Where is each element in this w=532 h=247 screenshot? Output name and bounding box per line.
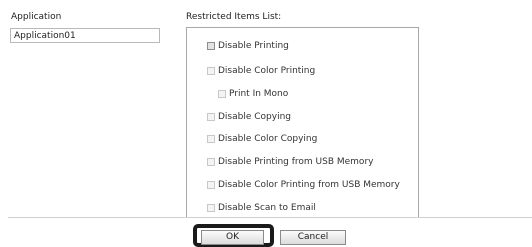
item-disable-color-printing-usb[interactable]: Disable Color Printing from USB Memory: [207, 180, 400, 190]
checkbox[interactable]: [207, 67, 215, 75]
item-label: Disable Color Copying: [218, 134, 318, 144]
item-label: Disable Scan to Email: [218, 203, 316, 213]
item-label: Print In Mono: [229, 89, 289, 99]
ok-button[interactable]: OK: [201, 230, 264, 245]
item-label: Disable Color Printing from USB Memory: [218, 180, 400, 190]
checkbox[interactable]: [207, 204, 215, 212]
restricted-items-list: Disable Printing Disable Color Printing …: [186, 27, 419, 217]
application-label: Application: [11, 12, 62, 22]
footer-divider: [8, 217, 532, 218]
checkbox[interactable]: [207, 113, 215, 121]
application-input[interactable]: [10, 28, 160, 43]
item-disable-printing[interactable]: Disable Printing: [207, 41, 289, 51]
item-print-in-mono[interactable]: Print In Mono: [218, 89, 288, 99]
checkbox[interactable]: [207, 181, 215, 189]
item-disable-color-copying[interactable]: Disable Color Copying: [207, 134, 317, 144]
checkbox[interactable]: [218, 90, 226, 98]
checkbox[interactable]: [207, 42, 215, 50]
item-disable-printing-usb[interactable]: Disable Printing from USB Memory: [207, 157, 373, 167]
item-disable-copying[interactable]: Disable Copying: [207, 112, 291, 122]
checkbox[interactable]: [207, 158, 215, 166]
item-label: Disable Copying: [218, 112, 291, 122]
cancel-button[interactable]: Cancel: [280, 230, 346, 245]
checkbox[interactable]: [207, 135, 215, 143]
item-disable-color-printing[interactable]: Disable Color Printing: [207, 66, 315, 76]
item-label: Disable Printing: [218, 41, 289, 51]
item-disable-scan-to-email[interactable]: Disable Scan to Email: [207, 203, 316, 213]
item-label: Disable Color Printing: [218, 66, 316, 76]
item-label: Disable Printing from USB Memory: [218, 157, 374, 167]
restricted-items-label: Restricted Items List:: [186, 12, 282, 22]
